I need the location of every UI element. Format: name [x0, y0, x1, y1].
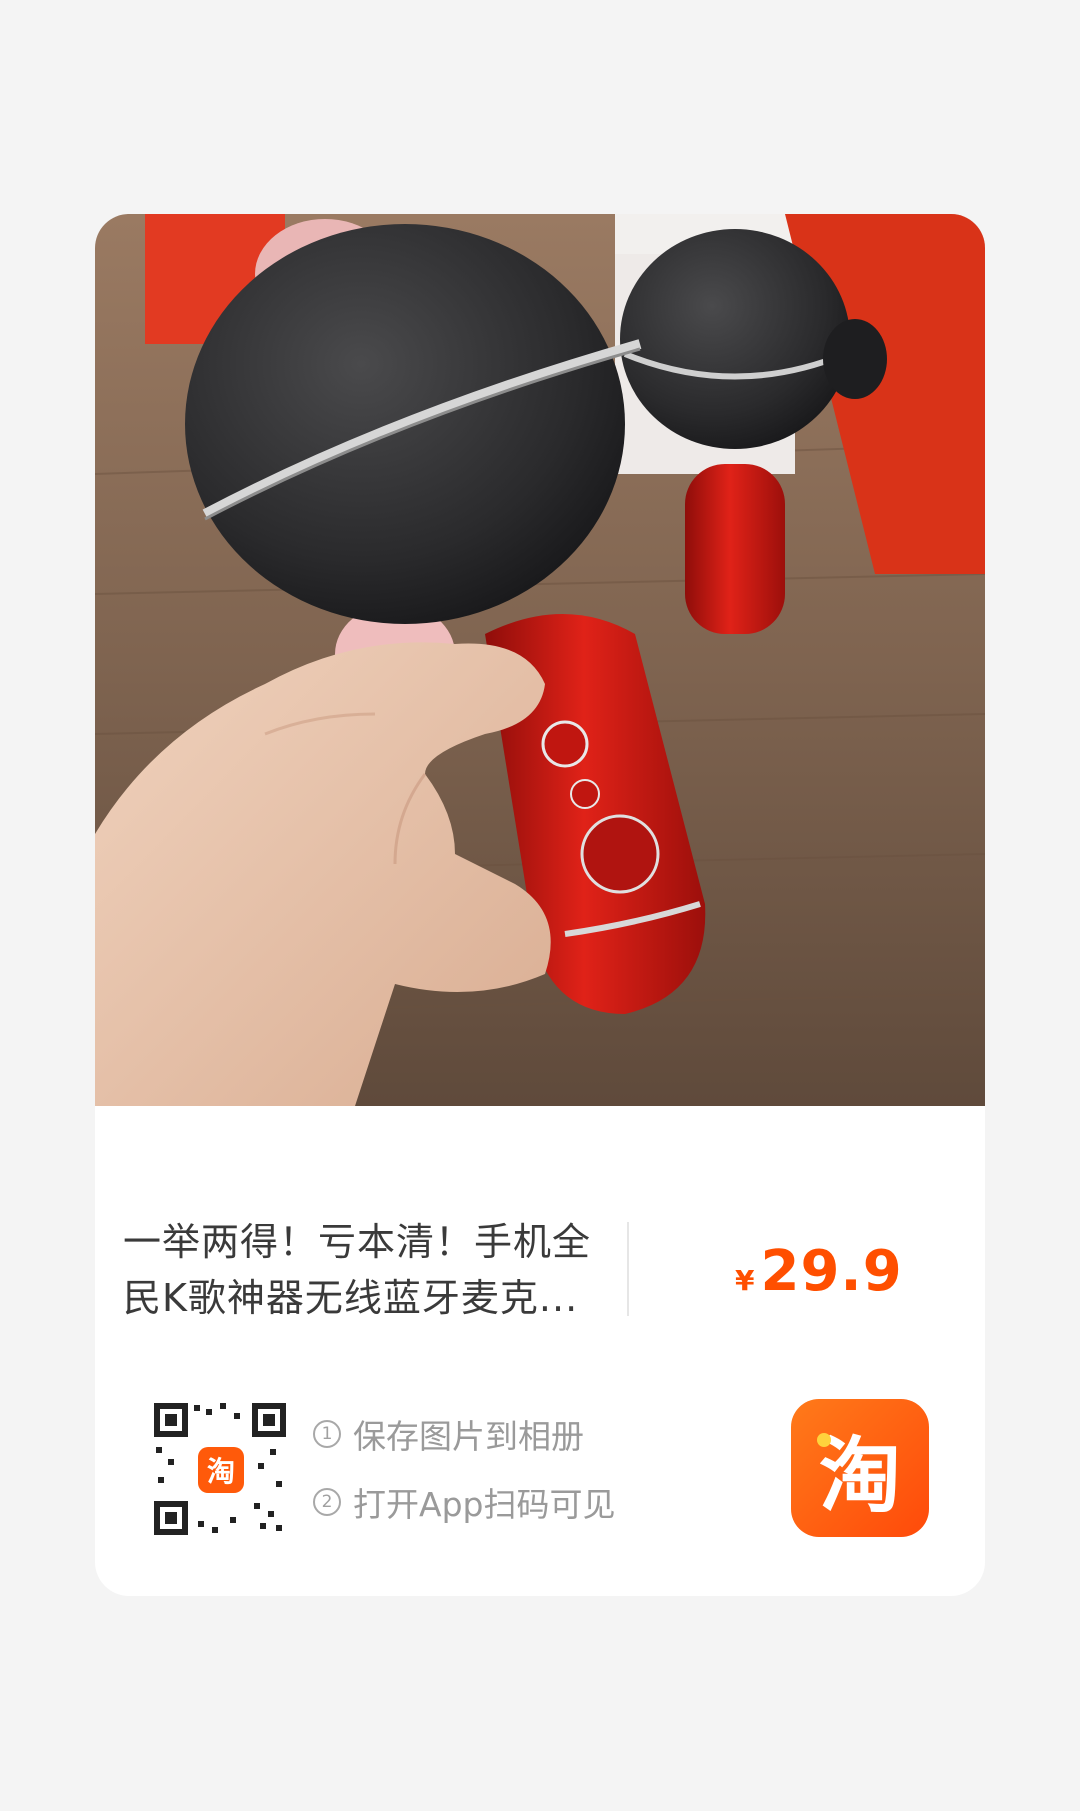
step2-number: 2	[313, 1488, 341, 1516]
product-title[interactable]: 一举两得！亏本清！手机全民K歌神器无线蓝牙麦克...	[123, 1214, 623, 1326]
divider	[627, 1222, 629, 1316]
share-card: 一举两得！亏本清！手机全民K歌神器无线蓝牙麦克... ¥ 29.9 淘 1 保存…	[95, 214, 985, 1596]
step1-text: 保存图片到相册	[353, 1417, 584, 1456]
price-amount: 29.9	[760, 1239, 903, 1304]
taobao-logo-icon[interactable]: 淘	[791, 1399, 929, 1537]
logo-dot	[817, 1433, 831, 1447]
microphone-image	[95, 214, 985, 1106]
currency-symbol: ¥	[735, 1264, 755, 1297]
step2-text: 打开App扫码可见	[353, 1485, 616, 1524]
step1-number: 1	[313, 1420, 341, 1448]
product-price: ¥ 29.9	[735, 1239, 903, 1304]
step-open-app: 2 打开App扫码可见	[313, 1478, 615, 1526]
product-photo[interactable]	[95, 214, 985, 1106]
step-save-image: 1 保存图片到相册	[313, 1410, 584, 1458]
qr-taobao-badge: 淘	[198, 1447, 244, 1493]
qr-code[interactable]: 淘	[150, 1399, 290, 1539]
logo-text: 淘	[818, 1428, 901, 1524]
